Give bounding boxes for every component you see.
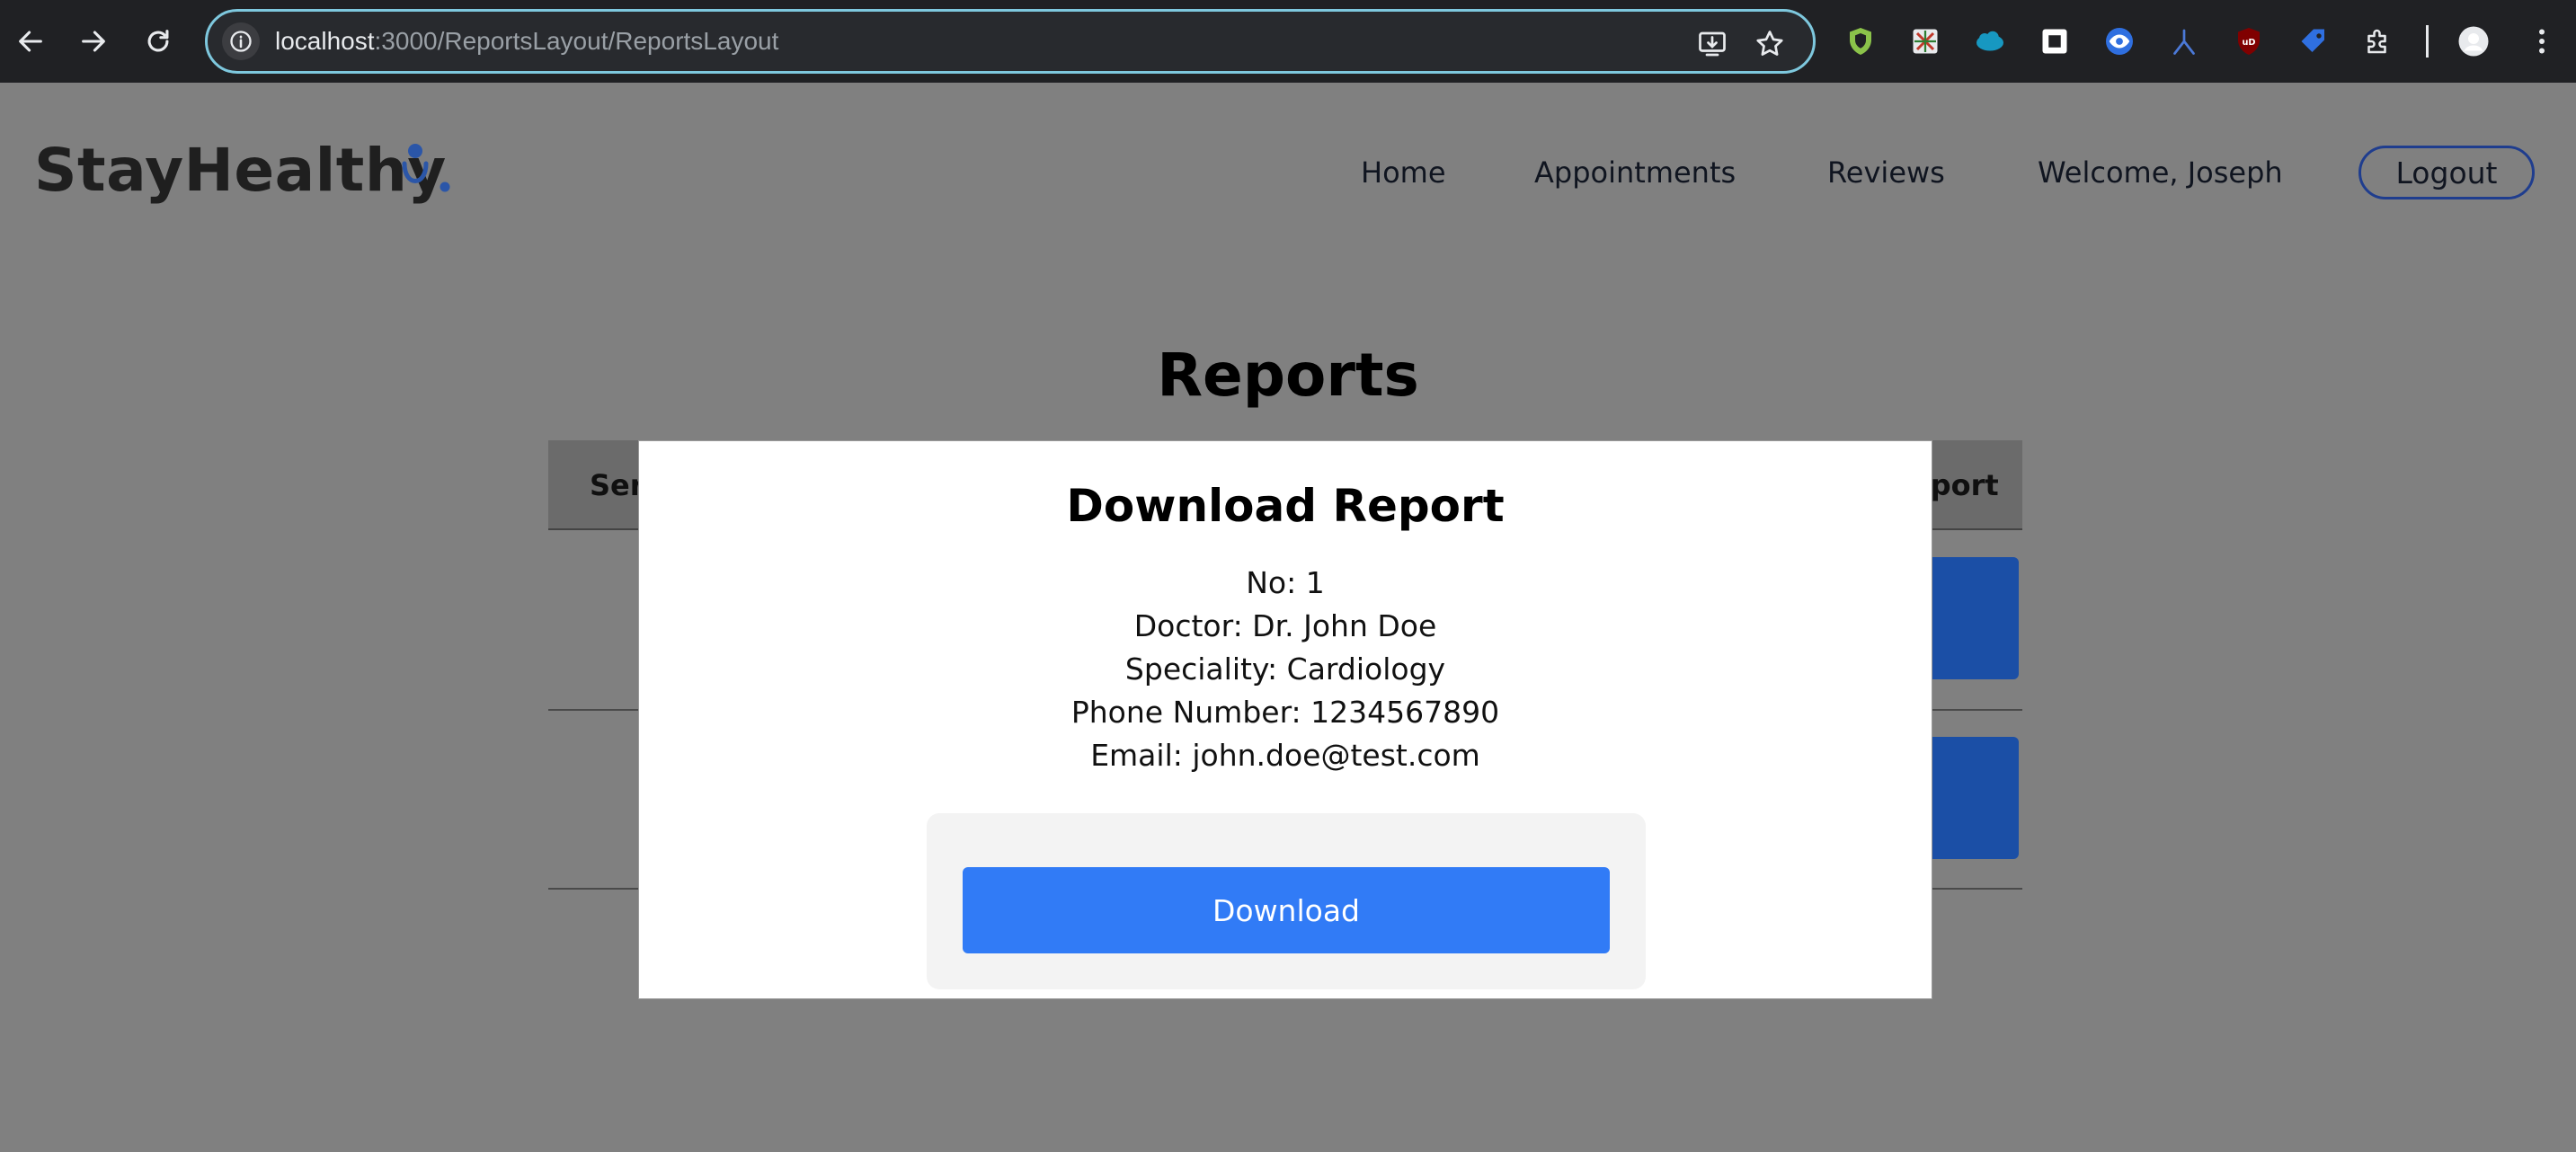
nav-appointments-link[interactable]: Appointments (1534, 155, 1736, 191)
brand-logo[interactable]: StayHealthy (34, 135, 447, 207)
ublock-text: uD (2242, 38, 2255, 48)
url-text[interactable]: localhost:3000/ReportsLayout/ReportsLayo… (275, 25, 778, 58)
nav-reviews-link[interactable]: Reviews (1827, 155, 1945, 191)
reload-icon (147, 30, 169, 52)
logout-button[interactable]: Logout (2358, 146, 2535, 199)
header-serial-partial: Ser (590, 468, 644, 502)
info-icon (230, 31, 252, 52)
nav-home-link[interactable]: Home (1361, 155, 1446, 191)
square-extension-icon[interactable] (2037, 23, 2073, 59)
page-title: Reports (1157, 341, 1419, 410)
url-host: localhost (275, 27, 375, 55)
browser-toolbar: localhost:3000/ReportsLayout/ReportsLayo… (0, 0, 2576, 83)
pitchfork-extension-icon[interactable] (2166, 23, 2202, 59)
bookmark-star-button[interactable] (1752, 26, 1788, 62)
welcome-text: Welcome, Joseph (2038, 155, 2283, 190)
site-info-button[interactable] (222, 22, 260, 60)
google-sheets-extension-icon[interactable] (1907, 23, 1943, 59)
arrow-left-icon (19, 31, 42, 52)
kebab-menu-icon (2539, 29, 2545, 54)
shield-extension-icon[interactable] (1843, 23, 1879, 59)
profile-avatar[interactable] (2456, 23, 2492, 59)
puzzle-extensions-icon[interactable] (2360, 23, 2396, 59)
report-speciality: Speciality: Cardiology (1124, 651, 1446, 687)
report-number: No: 1 (1246, 565, 1325, 600)
download-report-modal: Download Report No: 1 Doctor: Dr. John D… (638, 440, 1932, 999)
ublock-extension-icon[interactable]: uD (2231, 23, 2267, 59)
browser-menu-button[interactable] (2524, 23, 2560, 59)
forward-button[interactable] (68, 16, 119, 66)
url-path: :3000/ReportsLayout/ReportsLayout (374, 27, 779, 55)
modal-title: Download Report (1066, 480, 1505, 532)
report-phone: Phone Number: 1234567890 (1070, 695, 1500, 730)
install-app-button[interactable] (1694, 26, 1730, 62)
back-button[interactable] (5, 16, 56, 66)
report-email: Email: john.doe@test.com (1090, 738, 1480, 773)
arrow-right-icon (82, 31, 105, 52)
salesforce-extension-icon[interactable] (1972, 23, 2008, 59)
download-button[interactable]: Download (963, 867, 1610, 953)
eye-extension-icon[interactable] (2101, 23, 2137, 59)
star-icon (1756, 31, 1783, 56)
download-panel: Download (927, 813, 1646, 989)
address-bar[interactable]: localhost:3000/ReportsLayout/ReportsLayo… (205, 9, 1816, 74)
reload-button[interactable] (133, 16, 183, 66)
tag-extension-icon[interactable] (2296, 23, 2332, 59)
report-details: No: 1 Doctor: Dr. John Doe Speciality: C… (639, 562, 1932, 777)
stethoscope-icon (402, 144, 450, 192)
report-doctor: Doctor: Dr. John Doe (1133, 608, 1437, 643)
install-app-icon (1699, 31, 1726, 57)
toolbar-divider (2426, 25, 2429, 58)
